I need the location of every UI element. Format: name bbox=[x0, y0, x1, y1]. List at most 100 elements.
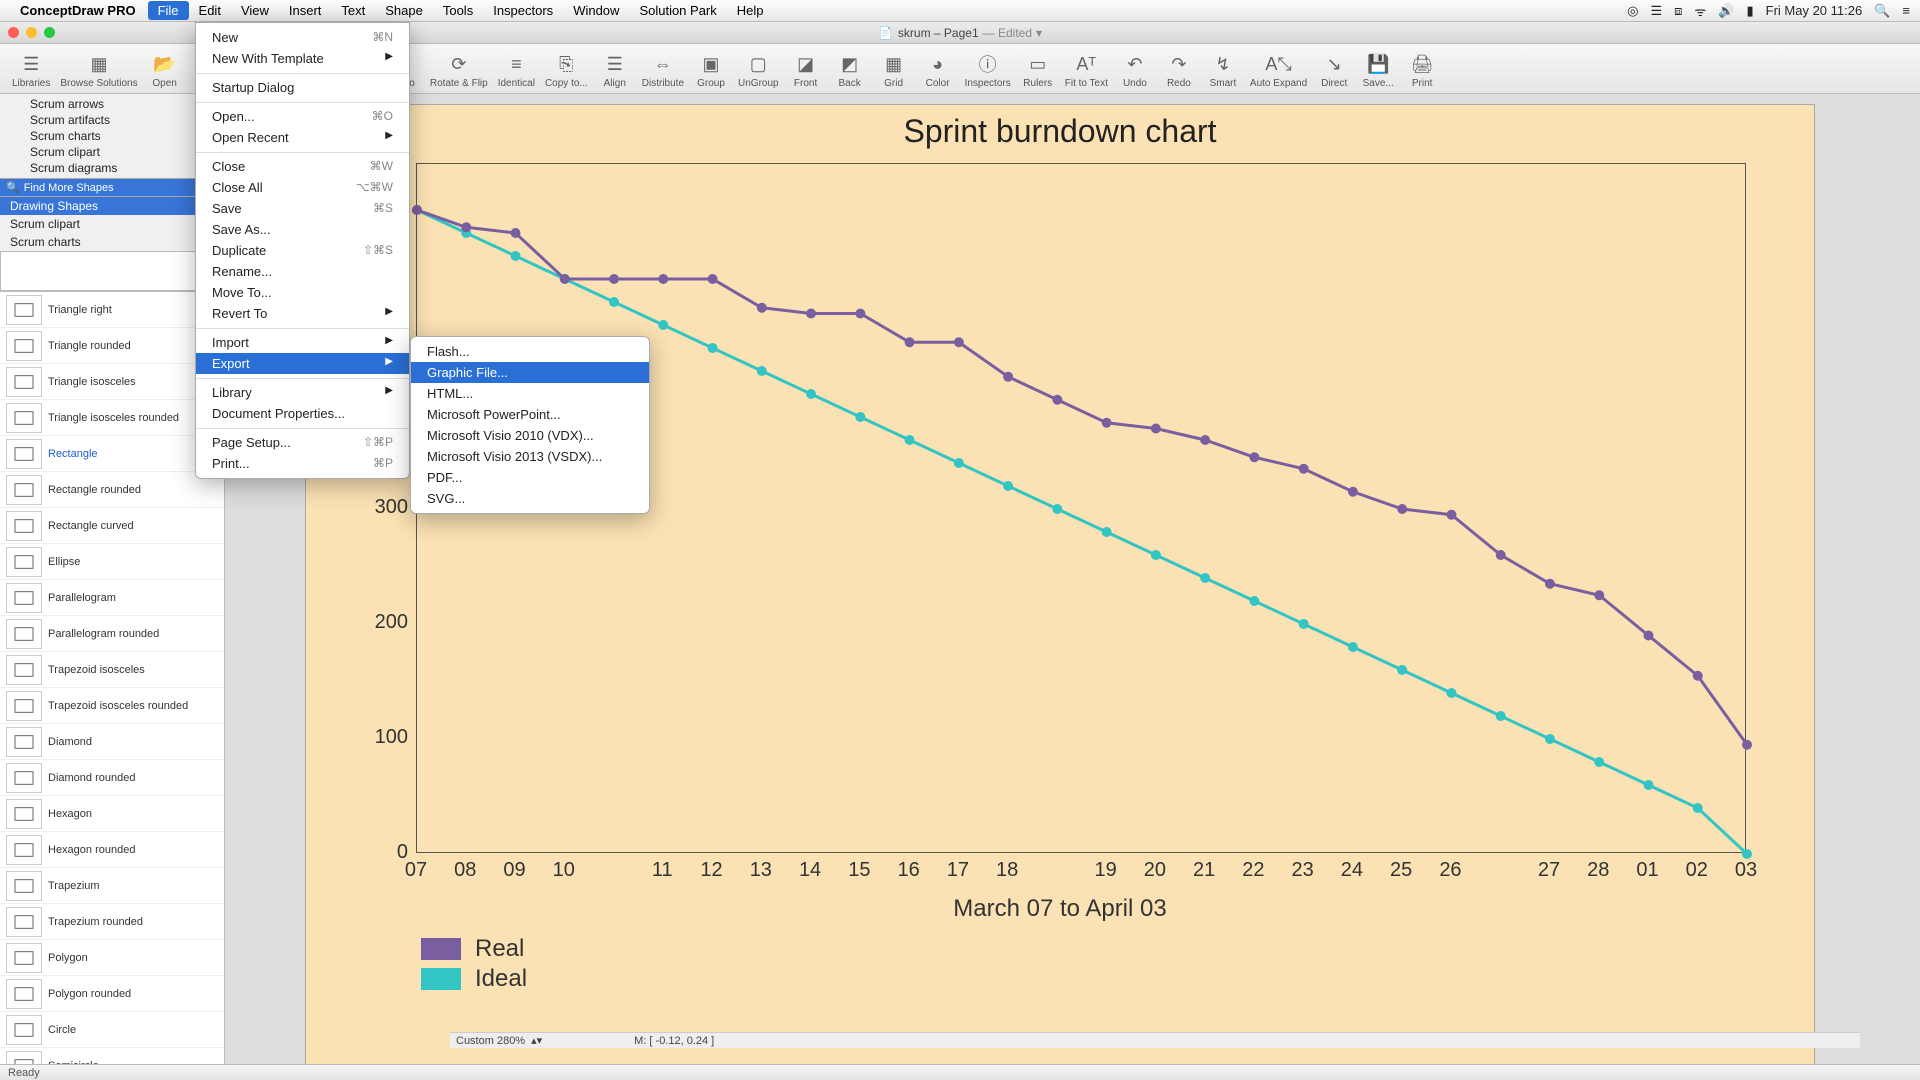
minimize-window-button[interactable] bbox=[26, 27, 37, 38]
exportmenu-graphic-file-[interactable]: Graphic File... bbox=[411, 362, 649, 383]
dropbox-icon[interactable]: ⧈ bbox=[1674, 3, 1682, 19]
shape-row[interactable]: Semicircle bbox=[0, 1048, 224, 1064]
exportmenu-pdf-[interactable]: PDF... bbox=[411, 467, 649, 488]
filemenu-revert-to[interactable]: Revert To▶ bbox=[196, 303, 409, 324]
filemenu-page-setup-[interactable]: Page Setup...⇧⌘P bbox=[196, 428, 409, 453]
shape-row[interactable]: Polygon rounded bbox=[0, 976, 224, 1012]
shape-row[interactable]: Rectangle rounded bbox=[0, 472, 224, 508]
shape-row[interactable]: Ellipse bbox=[0, 544, 224, 580]
exportmenu-svg-[interactable]: SVG... bbox=[411, 488, 649, 509]
shape-row[interactable]: Trapezium bbox=[0, 868, 224, 904]
zoom-stepper-icon[interactable]: ▴▾ bbox=[531, 1034, 542, 1047]
volume-icon[interactable]: 🔊 bbox=[1718, 3, 1734, 19]
shape-row[interactable]: Rectangle bbox=[0, 436, 224, 472]
toolbar-ungroup[interactable]: ▢UnGroup bbox=[734, 50, 783, 91]
exportmenu-flash-[interactable]: Flash... bbox=[411, 341, 649, 362]
shape-row[interactable]: Polygon bbox=[0, 940, 224, 976]
shape-row[interactable]: Rectangle curved bbox=[0, 508, 224, 544]
exportmenu-microsoft-visio-vsdx-[interactable]: Microsoft Visio 2013 (VSDX)... bbox=[411, 446, 649, 467]
filemenu-close-all[interactable]: Close All⌥⌘W bbox=[196, 177, 409, 198]
toolbar-back[interactable]: ◩Back bbox=[829, 50, 871, 91]
toolbar-auto-expand[interactable]: A⤡Auto Expand bbox=[1246, 50, 1311, 91]
toolbar-open[interactable]: 📂Open bbox=[144, 50, 186, 91]
clock[interactable]: Fri May 20 11:26 bbox=[1766, 3, 1863, 18]
toolbar-direct[interactable]: ↘Direct bbox=[1313, 50, 1355, 91]
filemenu-save[interactable]: Save⌘S bbox=[196, 198, 409, 219]
shape-row[interactable]: Trapezium rounded bbox=[0, 904, 224, 940]
title-dropdown-icon[interactable]: ▾ bbox=[1036, 26, 1042, 40]
libtree-item[interactable]: Scrum charts bbox=[0, 128, 224, 144]
filemenu-export[interactable]: Export▶ bbox=[196, 353, 409, 374]
toolbar-identical[interactable]: ≡Identical bbox=[494, 50, 539, 91]
filemenu-rename-[interactable]: Rename... bbox=[196, 261, 409, 282]
filemenu-startup-dialog[interactable]: Startup Dialog bbox=[196, 73, 409, 98]
shape-row[interactable]: Triangle isosceles bbox=[0, 364, 224, 400]
shape-row[interactable]: Diamond rounded bbox=[0, 760, 224, 796]
libtree-item[interactable]: Scrum arrows bbox=[0, 96, 224, 112]
shape-row[interactable]: Hexagon rounded bbox=[0, 832, 224, 868]
toolbar-fit-to-text[interactable]: AᵀFit to Text bbox=[1061, 50, 1112, 91]
toolbar-inspectors[interactable]: ⓘInspectors bbox=[961, 50, 1015, 91]
zoom-window-button[interactable] bbox=[44, 27, 55, 38]
spotlight-icon[interactable]: ◎ bbox=[1627, 3, 1638, 19]
filemenu-move-to-[interactable]: Move To... bbox=[196, 282, 409, 303]
toolbar-browse-solutions[interactable]: ▦Browse Solutions bbox=[56, 50, 141, 91]
search-icon[interactable]: 🔍 bbox=[1874, 3, 1890, 19]
toolbar-libraries[interactable]: ☰Libraries bbox=[8, 50, 54, 91]
exportmenu-microsoft-powerpoint-[interactable]: Microsoft PowerPoint... bbox=[411, 404, 649, 425]
library-selected[interactable]: Drawing Shapes bbox=[0, 197, 224, 215]
shape-row[interactable]: Parallelogram bbox=[0, 580, 224, 616]
traffic-lights[interactable] bbox=[8, 27, 55, 38]
toolbar-grid[interactable]: ▦Grid bbox=[873, 50, 915, 91]
menu-window[interactable]: Window bbox=[563, 1, 629, 20]
libtree-item[interactable]: Scrum diagrams bbox=[0, 160, 224, 176]
menu-file[interactable]: File bbox=[148, 1, 189, 20]
filemenu-library[interactable]: Library▶ bbox=[196, 378, 409, 403]
toolbar-color[interactable]: ◕Color bbox=[917, 50, 959, 91]
drawing-canvas[interactable]: Sprint burndown chart Hours Left 0100200… bbox=[305, 104, 1815, 1064]
shape-row[interactable]: Triangle right bbox=[0, 292, 224, 328]
filemenu-print-[interactable]: Print...⌘P bbox=[196, 453, 409, 474]
menu-tools[interactable]: Tools bbox=[433, 1, 483, 20]
exportmenu-html-[interactable]: HTML... bbox=[411, 383, 649, 404]
toolbar-rulers[interactable]: ▭Rulers bbox=[1017, 50, 1059, 91]
menu-inspectors[interactable]: Inspectors bbox=[483, 1, 563, 20]
shape-row[interactable]: Triangle isosceles rounded bbox=[0, 400, 224, 436]
library-section[interactable]: Scrum charts bbox=[0, 233, 224, 251]
document-proxy-icon[interactable]: 📄 bbox=[878, 26, 893, 40]
library-section[interactable]: Scrum clipart bbox=[0, 215, 224, 233]
filemenu-save-as-[interactable]: Save As... bbox=[196, 219, 409, 240]
toolbar-copy-to-[interactable]: ⎘Copy to... bbox=[541, 50, 592, 91]
shape-row[interactable]: Trapezoid isosceles rounded bbox=[0, 688, 224, 724]
toolbar-front[interactable]: ◪Front bbox=[785, 50, 827, 91]
toolbar-distribute[interactable]: ⇔Distribute bbox=[638, 50, 688, 91]
filemenu-import[interactable]: Import▶ bbox=[196, 328, 409, 353]
toolbar-align[interactable]: ☰Align bbox=[594, 50, 636, 91]
filemenu-new[interactable]: New⌘N bbox=[196, 27, 409, 48]
libtree-item[interactable]: Scrum artifacts bbox=[0, 112, 224, 128]
zoom-level[interactable]: Custom 280% bbox=[456, 1035, 525, 1047]
filemenu-new-with-template[interactable]: New With Template▶ bbox=[196, 48, 409, 69]
toolbar-print[interactable]: 🖨Print bbox=[1401, 50, 1443, 91]
shape-row[interactable]: Hexagon bbox=[0, 796, 224, 832]
notifications-icon[interactable]: ≡ bbox=[1902, 3, 1910, 18]
shape-row[interactable]: Triangle rounded bbox=[0, 328, 224, 364]
menu-text[interactable]: Text bbox=[331, 1, 375, 20]
menu-view[interactable]: View bbox=[231, 1, 279, 20]
filemenu-open-[interactable]: Open...⌘O bbox=[196, 102, 409, 127]
shape-palette-grid[interactable] bbox=[0, 251, 224, 291]
shape-row[interactable]: Diamond bbox=[0, 724, 224, 760]
libtree-item[interactable]: Scrum clipart bbox=[0, 144, 224, 160]
filemenu-open-recent[interactable]: Open Recent▶ bbox=[196, 127, 409, 148]
exportmenu-microsoft-visio-vdx-[interactable]: Microsoft Visio 2010 (VDX)... bbox=[411, 425, 649, 446]
menu-shape[interactable]: Shape bbox=[375, 1, 433, 20]
toolbar-redo[interactable]: ↷Redo bbox=[1158, 50, 1200, 91]
toolbar-group[interactable]: ▣Group bbox=[690, 50, 732, 91]
menu-edit[interactable]: Edit bbox=[189, 1, 231, 20]
battery-icon[interactable]: ▮ bbox=[1746, 3, 1753, 19]
wifi-icon[interactable]: ᯤ bbox=[1694, 2, 1706, 20]
menu-insert[interactable]: Insert bbox=[279, 1, 332, 20]
menu-solution-park[interactable]: Solution Park bbox=[629, 1, 726, 20]
close-window-button[interactable] bbox=[8, 27, 19, 38]
toolbar-rotate-flip[interactable]: ⟳Rotate & Flip bbox=[426, 50, 492, 91]
